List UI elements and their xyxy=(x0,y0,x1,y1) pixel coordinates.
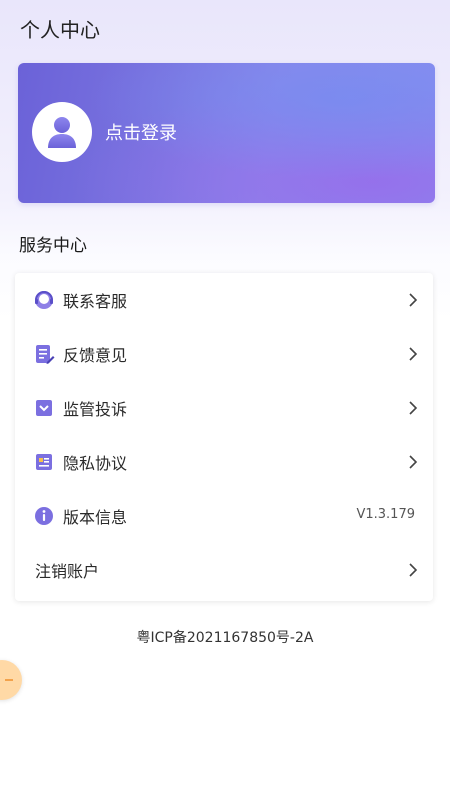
version-value: V1.3.179 xyxy=(356,507,415,522)
edit-note-icon xyxy=(33,343,55,365)
chevron-right-icon xyxy=(409,401,418,415)
menu-item-label: 联系客服 xyxy=(63,292,128,311)
menu-item-privacy[interactable]: 隐私协议 xyxy=(15,435,433,489)
profile-page: 个人中心 点击登录 服务中心 联系客服 反馈意见 监管投诉 隐私协议 版本信息 … xyxy=(0,0,450,800)
avatar[interactable] xyxy=(32,102,92,162)
menu-item-label: 版本信息 xyxy=(63,508,128,527)
menu-item-delete-account[interactable]: 注销账户 xyxy=(15,543,433,597)
floating-button[interactable] xyxy=(0,660,22,700)
user-silhouette-icon xyxy=(48,117,76,148)
minus-icon xyxy=(5,679,13,681)
menu-item-label: 隐私协议 xyxy=(63,454,128,473)
chevron-right-icon xyxy=(409,563,418,577)
id-card-icon xyxy=(33,451,55,473)
chevron-right-icon xyxy=(409,293,418,307)
menu-item-feedback[interactable]: 反馈意见 xyxy=(15,327,433,381)
menu-item-complaint[interactable]: 监管投诉 xyxy=(15,381,433,435)
menu-item-contact-service[interactable]: 联系客服 xyxy=(15,273,433,327)
service-menu: 联系客服 反馈意见 监管投诉 隐私协议 版本信息 V1.3.179 注销账户 xyxy=(15,273,433,601)
menu-item-label: 反馈意见 xyxy=(63,346,128,365)
login-card[interactable]: 点击登录 xyxy=(18,63,435,203)
menu-item-label: 注销账户 xyxy=(35,562,100,581)
chevron-right-icon xyxy=(409,347,418,361)
headset-icon xyxy=(33,289,55,311)
menu-item-version[interactable]: 版本信息 V1.3.179 xyxy=(15,489,433,543)
complaint-box-icon xyxy=(33,397,55,419)
login-link[interactable]: 点击登录 xyxy=(105,119,177,145)
page-title: 个人中心 xyxy=(20,18,100,42)
info-icon xyxy=(33,505,55,527)
menu-item-label: 监管投诉 xyxy=(63,400,128,419)
section-title: 服务中心 xyxy=(19,236,87,256)
chevron-right-icon xyxy=(409,455,418,469)
icp-license: 粤ICP备2021167850号-2A xyxy=(136,630,314,646)
